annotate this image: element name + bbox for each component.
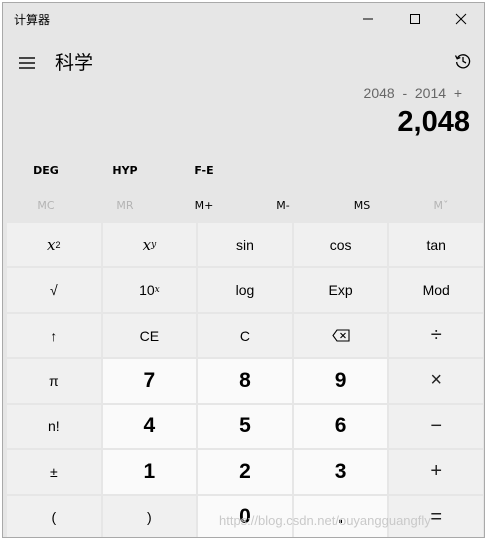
x-squared-key[interactable]: x2 bbox=[7, 223, 101, 267]
memory-list-button[interactable]: Mˇ bbox=[401, 190, 481, 220]
navigation-menu-button[interactable] bbox=[13, 49, 41, 77]
memory-subtract-button[interactable]: M- bbox=[243, 190, 323, 220]
digit-5-key[interactable]: 5 bbox=[198, 404, 292, 449]
keypad: x2 xy sin cos tan √ 10 x log Exp Mod ↑ CE… bbox=[7, 223, 483, 537]
deg-button[interactable]: DEG bbox=[6, 155, 86, 185]
digit-8-key[interactable]: 8 bbox=[198, 359, 292, 403]
digit-9-key[interactable]: 9 bbox=[293, 359, 388, 403]
digit-7-key[interactable]: 7 bbox=[102, 359, 197, 403]
sin-key[interactable]: sin bbox=[198, 223, 292, 267]
close-icon bbox=[455, 13, 467, 24]
ten-pow-x-base: 10 bbox=[139, 282, 155, 299]
pi-key[interactable]: π bbox=[7, 359, 101, 403]
equals-key[interactable]: = bbox=[389, 495, 483, 537]
ten-pow-x-exponent: x bbox=[154, 285, 160, 296]
hamburger-menu-icon bbox=[19, 57, 35, 69]
app-title: 计算器 bbox=[14, 13, 51, 27]
mode-title: 科学 bbox=[55, 52, 94, 74]
square-root-key[interactable]: √ bbox=[7, 268, 101, 312]
angle-mode-row: DEG HYP F-E bbox=[3, 155, 484, 185]
memory-clear-button[interactable]: MC bbox=[6, 190, 86, 220]
memory-row: MC MR M+ M- MS Mˇ bbox=[3, 190, 484, 220]
backspace-key[interactable] bbox=[293, 313, 388, 358]
divide-key[interactable]: ÷ bbox=[389, 313, 483, 358]
exp-key[interactable]: Exp bbox=[293, 268, 388, 312]
ten-pow-x-key[interactable]: 10 x bbox=[102, 268, 197, 312]
digit-6-key[interactable]: 6 bbox=[293, 404, 388, 449]
backspace-icon bbox=[331, 329, 350, 342]
memory-recall-button[interactable]: MR bbox=[85, 190, 165, 220]
minimize-button[interactable] bbox=[345, 3, 391, 34]
minimize-icon bbox=[363, 18, 373, 19]
x-pow-y-key[interactable]: xy bbox=[102, 223, 197, 267]
tan-key[interactable]: tan bbox=[389, 223, 483, 267]
factorial-key[interactable]: n! bbox=[7, 404, 101, 449]
close-button[interactable] bbox=[438, 3, 484, 34]
hyp-button[interactable]: HYP bbox=[85, 155, 165, 185]
minus-key[interactable]: − bbox=[389, 404, 483, 449]
digit-3-key[interactable]: 3 bbox=[293, 450, 388, 494]
clear-key[interactable]: C bbox=[198, 313, 292, 358]
maximize-icon bbox=[410, 13, 420, 24]
decimal-key[interactable]: . bbox=[293, 495, 388, 537]
multiply-key[interactable]: × bbox=[389, 359, 483, 403]
x-pow-y-base: x bbox=[142, 235, 152, 254]
digit-0-key[interactable]: 0 bbox=[198, 495, 292, 537]
log-key[interactable]: log bbox=[198, 268, 292, 312]
x-pow-y-exponent: y bbox=[151, 239, 157, 250]
cos-key[interactable]: cos bbox=[293, 223, 388, 267]
digit-1-key[interactable]: 1 bbox=[102, 450, 197, 494]
memory-store-button[interactable]: MS bbox=[322, 190, 402, 220]
x-squared-exponent: 2 bbox=[55, 239, 61, 250]
digit-2-key[interactable]: 2 bbox=[198, 450, 292, 494]
shift-key[interactable]: ↑ bbox=[7, 313, 101, 358]
calculator-window: 计算器 科学 2048 - 2014 + 2,048 DEG HYP F-E M… bbox=[2, 2, 485, 538]
clear-entry-key[interactable]: CE bbox=[102, 313, 197, 358]
expression-display: 2048 - 2014 + bbox=[363, 85, 462, 101]
history-icon bbox=[454, 54, 471, 69]
x-squared-base: x bbox=[47, 235, 56, 254]
fe-button[interactable]: F-E bbox=[164, 155, 244, 185]
result-display: 2,048 bbox=[397, 106, 470, 138]
title-bar[interactable]: 计算器 bbox=[3, 3, 484, 34]
plus-key[interactable]: + bbox=[389, 450, 483, 494]
maximize-button[interactable] bbox=[392, 3, 438, 34]
right-paren-key[interactable]: ) bbox=[102, 495, 197, 537]
digit-4-key[interactable]: 4 bbox=[102, 404, 197, 449]
memory-add-button[interactable]: M+ bbox=[164, 190, 244, 220]
mod-key[interactable]: Mod bbox=[389, 268, 483, 312]
history-button[interactable] bbox=[450, 48, 476, 74]
left-paren-key[interactable]: ( bbox=[7, 495, 101, 537]
negate-key[interactable]: ± bbox=[7, 450, 101, 494]
